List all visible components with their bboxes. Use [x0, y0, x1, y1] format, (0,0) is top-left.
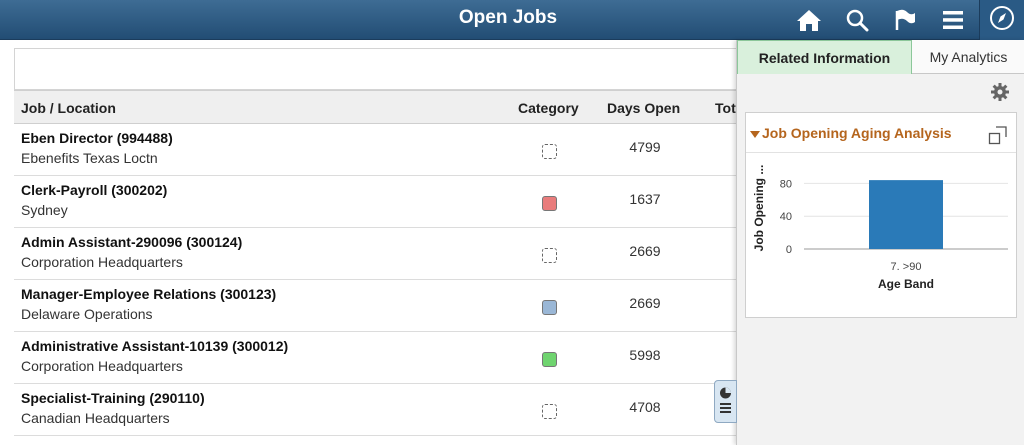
tab-related-information[interactable]: Related Information [737, 40, 912, 74]
job-title: Specialist-Training (290110) [21, 390, 205, 406]
job-title: Eben Director (994488) [21, 130, 173, 146]
category-indicator-icon [542, 144, 557, 159]
days-open-value: 4708 [629, 399, 661, 415]
column-header-job-location[interactable]: Job / Location [21, 100, 116, 116]
job-title: Admin Assistant-290096 (300124) [21, 234, 243, 250]
main-content: Job / Location Category Days Open Tot Eb… [0, 40, 754, 445]
bar [869, 180, 943, 249]
job-location: Sydney [21, 202, 68, 218]
related-information-panel: Related Information My Analytics Job Ope… [736, 40, 1024, 445]
job-title: Administrative Assistant-10139 (300012) [21, 338, 289, 354]
pie-chart-icon [715, 387, 736, 425]
category-indicator-icon [542, 196, 557, 211]
table-row[interactable]: Administrative Assistant-10139 (300012) C… [14, 332, 754, 384]
gear-icon[interactable] [990, 82, 1010, 102]
y-axis-label: Job Opening ... [752, 165, 766, 252]
table-row[interactable]: Manager-Employee Relations (300123) Delaw… [14, 280, 754, 332]
app-header: Open Jobs [0, 0, 1024, 40]
job-title: Manager-Employee Relations (300123) [21, 286, 277, 302]
flag-icon[interactable] [889, 4, 921, 36]
grid-header: Job / Location Category Days Open Tot [14, 90, 754, 124]
category-indicator-icon [542, 404, 557, 419]
home-icon[interactable] [793, 4, 825, 36]
column-header-days-open[interactable]: Days Open [607, 100, 680, 116]
collapse-triangle-icon[interactable] [750, 131, 760, 138]
job-title: Clerk-Payroll (300202) [21, 182, 168, 198]
pagelet-title[interactable]: Job Opening Aging Analysis [762, 125, 952, 141]
navbar-button[interactable] [979, 0, 1024, 40]
y-tick-label: 0 [786, 244, 792, 256]
x-tick-label: 7. >90 [891, 261, 922, 273]
compass-icon [989, 5, 1015, 36]
job-location: Corporation Headquarters [21, 358, 183, 374]
y-tick-label: 40 [780, 211, 792, 223]
table-row[interactable]: Clerk-Payroll (300202) Sydney 1637 [14, 176, 754, 228]
days-open-value: 2669 [629, 243, 661, 259]
job-location: Canadian Headquarters [21, 410, 170, 426]
job-location: Ebenefits Texas Loctn [21, 150, 158, 166]
tab-my-analytics[interactable]: My Analytics [912, 40, 1024, 74]
pagelet-header: Job Opening Aging Analysis [746, 113, 1016, 153]
category-indicator-icon [542, 248, 557, 263]
x-axis-label: Age Band [878, 277, 934, 291]
aging-bar-chart: 0 40 80 7. >90 Age Band Job Opening ... [752, 165, 1008, 291]
search-icon[interactable] [841, 4, 873, 36]
expand-icon[interactable] [988, 125, 1008, 145]
table-row[interactable]: Specialist-Training (290110) Canadian Hea… [14, 384, 754, 436]
days-open-value: 2669 [629, 295, 661, 311]
analytics-side-tab[interactable] [714, 380, 737, 423]
days-open-value: 1637 [629, 191, 661, 207]
job-opening-aging-pagelet: Job Opening Aging Analysis 0 40 80 7. >90 Ag… [745, 112, 1017, 318]
table-row[interactable]: Eben Director (994488) Ebenefits Texas Lo… [14, 124, 754, 176]
category-indicator-icon [542, 352, 557, 367]
menu-icon[interactable] [937, 4, 969, 36]
days-open-value: 5998 [629, 347, 661, 363]
job-location: Corporation Headquarters [21, 254, 183, 270]
days-open-value: 4799 [629, 139, 661, 155]
column-header-category[interactable]: Category [518, 100, 579, 116]
table-row[interactable]: Admin Assistant-290096 (300124) Corporati… [14, 228, 754, 280]
panel-tabs: Related Information My Analytics [737, 40, 1024, 74]
category-indicator-icon [542, 300, 557, 315]
y-tick-label: 80 [780, 178, 792, 190]
job-grid: Job / Location Category Days Open Tot Eb… [14, 90, 754, 436]
job-location: Delaware Operations [21, 306, 153, 322]
column-header-total[interactable]: Tot [715, 100, 736, 116]
grid-toolbar [14, 48, 754, 90]
